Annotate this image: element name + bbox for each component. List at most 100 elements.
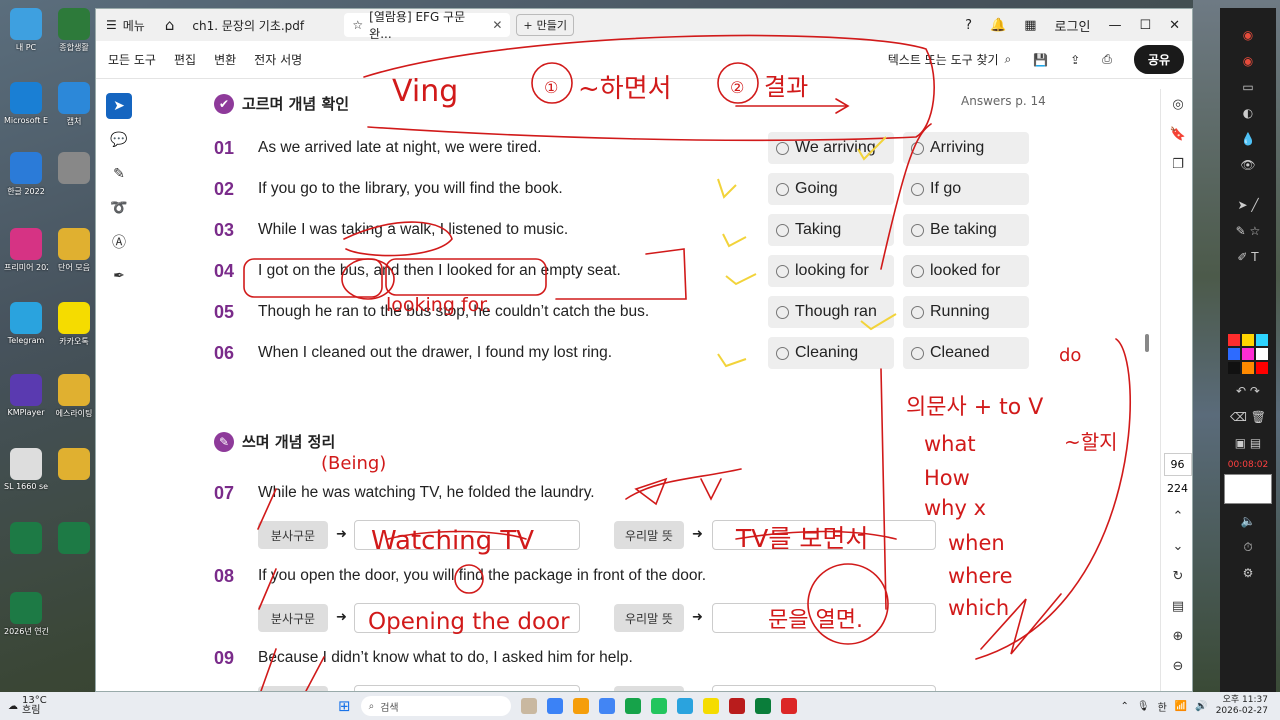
desktop-icon[interactable]: SL 1660 series — [4, 448, 48, 491]
share-button[interactable]: 공유 — [1133, 45, 1184, 74]
create-button[interactable]: + 만들기 — [516, 14, 574, 36]
login-button[interactable]: 로그인 — [1055, 16, 1091, 35]
star-icon[interactable]: ☆ — [352, 18, 363, 32]
option-b[interactable]: looked for — [903, 255, 1029, 287]
ime-label[interactable]: 한 — [1158, 699, 1167, 714]
close-tab-icon[interactable]: ✕ — [492, 18, 502, 32]
desktop-icon[interactable]: 한글 2022 — [4, 152, 48, 197]
menu-button[interactable]: ☰ 메뉴 — [96, 17, 155, 34]
option-b[interactable]: Be taking — [903, 214, 1029, 246]
option-b[interactable]: Running — [903, 296, 1029, 328]
minimize-icon[interactable]: — — [1108, 18, 1121, 33]
draw-loop-icon[interactable]: ➰ — [106, 195, 132, 221]
print-icon[interactable]: ⎙ — [1102, 52, 1112, 67]
taskbar-app-icon[interactable] — [676, 698, 693, 714]
taskbar-search[interactable]: ⌕ 검색 — [360, 696, 511, 716]
color-swatch[interactable] — [1242, 334, 1254, 346]
desktop-icon[interactable] — [52, 448, 96, 482]
weather-widget[interactable]: ☁ 13°C 흐림 — [0, 696, 80, 716]
desktop-icon[interactable]: Microsoft Edge — [4, 82, 48, 125]
drop-icon[interactable]: 💧 — [1220, 126, 1276, 152]
timer-icon[interactable]: ⏱ — [1220, 534, 1276, 560]
speaker-icon[interactable]: 🔊 — [1195, 701, 1207, 712]
toolbar-menu-item[interactable]: 편집 — [174, 51, 196, 68]
volume-icon[interactable]: 🔈 — [1220, 508, 1276, 534]
option-a[interactable]: We arriving — [768, 132, 894, 164]
option-a[interactable]: Taking — [768, 214, 894, 246]
color-swatch[interactable] — [1256, 362, 1268, 374]
answer-box-meaning[interactable] — [712, 685, 936, 691]
desktop-icon[interactable]: 2026년 연간 계획 — [4, 592, 48, 637]
option-b[interactable]: If go — [903, 173, 1029, 205]
cursor-icon[interactable]: ➤ ╱ — [1220, 192, 1276, 218]
ai-assistant-icon[interactable]: ◎ — [1161, 89, 1192, 119]
color-swatch[interactable] — [1242, 362, 1254, 374]
taskbar-app-icon[interactable] — [624, 698, 641, 714]
windows-start-icon[interactable]: ⊞ — [338, 697, 351, 715]
answer-box-participle[interactable] — [354, 520, 580, 550]
highlighter-icon[interactable]: ✎ — [106, 161, 132, 187]
chevron-up-icon[interactable]: ⌃ — [1161, 501, 1192, 531]
desktop-icon[interactable] — [52, 152, 96, 186]
desktop-icon[interactable]: 카카오톡 — [52, 302, 96, 347]
marker-icon[interactable]: ✐ T — [1220, 244, 1276, 270]
color-swatch[interactable] — [1256, 334, 1268, 346]
taskbar-app-icon[interactable] — [780, 698, 797, 714]
pen-icon[interactable]: ✎ ☆ — [1220, 218, 1276, 244]
scrollbar-thumb[interactable] — [1145, 334, 1149, 352]
color-swatch[interactable] — [1242, 348, 1254, 360]
option-a[interactable]: Going — [768, 173, 894, 205]
document-icon[interactable]: ▤ — [1161, 591, 1192, 621]
taskbar-app-icon[interactable] — [650, 698, 667, 714]
maximize-icon[interactable]: ☐ — [1139, 18, 1151, 33]
select-arrow-icon[interactable]: ➤ — [106, 93, 132, 119]
color-swatch[interactable] — [1228, 334, 1240, 346]
desktop-icon[interactable]: Telegram — [4, 302, 48, 345]
record-icon[interactable]: ◉ — [1220, 22, 1276, 48]
close-icon[interactable]: ✕ — [1169, 18, 1180, 33]
text-box-icon[interactable]: Ⓐ — [106, 229, 132, 255]
desktop-icon[interactable]: KMPlayer — [4, 374, 48, 417]
option-b[interactable]: Arriving — [903, 132, 1029, 164]
eraser-icon[interactable]: ⌫ 🗑 — [1220, 404, 1276, 430]
taskbar-app-icon[interactable] — [520, 698, 537, 714]
zoom-out-icon[interactable]: ⊖ — [1161, 651, 1192, 681]
color-swatch[interactable] — [1256, 348, 1268, 360]
desktop-icon[interactable]: 에스라이팅 — [52, 374, 96, 419]
page-number-input[interactable]: 96 — [1163, 453, 1192, 476]
preview-thumbnail[interactable] — [1224, 474, 1272, 504]
desktop-icon[interactable]: 내 PC — [4, 8, 48, 53]
chevron-up-icon[interactable]: ⌃ — [1120, 701, 1128, 712]
desktop-icon[interactable]: 캡처 — [52, 82, 96, 127]
pages-icon[interactable]: ❐ — [1161, 149, 1192, 179]
desktop-icon[interactable] — [52, 522, 96, 556]
pip-icon[interactable]: ▭ — [1220, 74, 1276, 100]
taskbar-app-icon[interactable] — [572, 698, 589, 714]
settings-icon[interactable]: ⚙ — [1220, 560, 1276, 586]
taskbar-app-icon[interactable] — [702, 698, 719, 714]
toolbar-menu-item[interactable]: 전자 서명 — [254, 51, 302, 68]
sign-icon[interactable]: ✒ — [106, 263, 132, 289]
color-swatch[interactable] — [1228, 348, 1240, 360]
option-a[interactable]: Cleaning — [768, 337, 894, 369]
taskbar-app-icon[interactable] — [546, 698, 563, 714]
wifi-icon[interactable]: 📶 — [1175, 701, 1187, 712]
answer-box-participle[interactable] — [354, 603, 580, 633]
apps-grid-icon[interactable]: ▦ — [1024, 18, 1036, 33]
desktop-icon[interactable]: 프리미어 2024 — [4, 228, 48, 273]
taskbar-app-icon[interactable] — [598, 698, 615, 714]
answer-box-meaning[interactable] — [712, 520, 936, 550]
home-icon[interactable]: ⌂ — [155, 16, 185, 34]
color-swatch[interactable] — [1228, 362, 1240, 374]
chevron-down-icon[interactable]: ⌄ — [1161, 531, 1192, 561]
bookmark-icon[interactable]: 🔖 — [1161, 119, 1192, 149]
eye-icon[interactable]: 👁 — [1220, 152, 1276, 178]
tool-search[interactable]: 텍스트 또는 도구 찾기 ⌕ — [888, 51, 1012, 68]
undo-icon[interactable]: ↶ ↷ — [1220, 378, 1276, 404]
answer-box-participle[interactable] — [354, 685, 580, 691]
tab-document-1[interactable]: ch1. 문장의 기초.pdf — [184, 13, 344, 37]
refresh-icon[interactable]: ↻ — [1161, 561, 1192, 591]
option-a[interactable]: Though ran — [768, 296, 894, 328]
taskbar-app-icon[interactable] — [728, 698, 745, 714]
toolbar-menu-item[interactable]: 모든 도구 — [108, 51, 156, 68]
